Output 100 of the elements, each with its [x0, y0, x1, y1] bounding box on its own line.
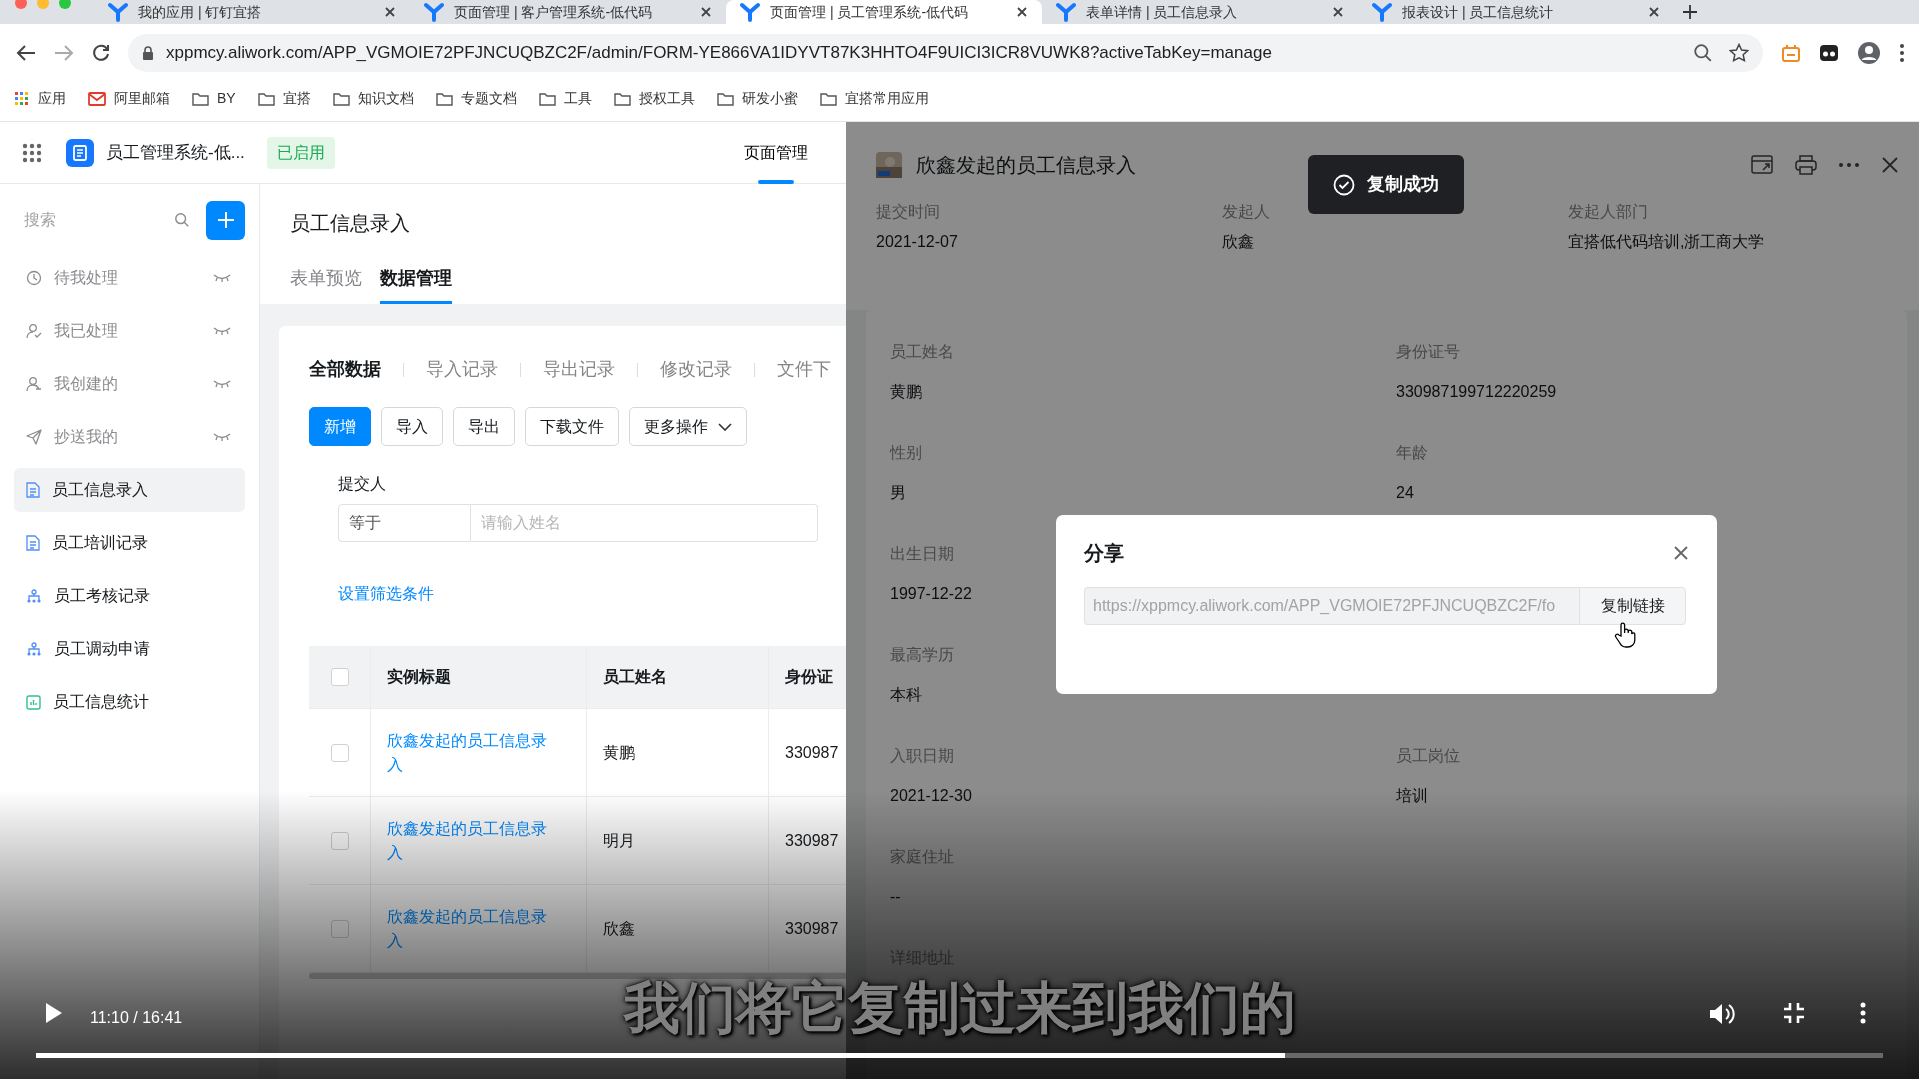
- data-tab[interactable]: 导入记录: [426, 356, 498, 383]
- data-tab[interactable]: 文件下: [777, 356, 831, 383]
- back-icon[interactable]: [16, 44, 36, 62]
- extension-icon[interactable]: [1819, 44, 1839, 62]
- sidebar-item[interactable]: 抄送我的: [14, 415, 245, 459]
- star-icon[interactable]: [1729, 43, 1749, 63]
- app-logo-icon: [1056, 2, 1076, 22]
- address-bar[interactable]: xppmcy.aliwork.com/APP_VGMOIE72PFJNCUQBZC2F/admin/FORM-YE866VA1IDYVT87K3HHTO4F9UICI3ICR8VUWK8?activeTabKey=manage: [128, 34, 1763, 72]
- search-icon[interactable]: [174, 212, 190, 228]
- sidebar-item[interactable]: 待我处理: [14, 256, 245, 300]
- more-icon[interactable]: [1839, 163, 1859, 167]
- meta-value: 宜搭低代码培训,浙工商大学: [1568, 232, 1766, 252]
- field-value: 培训: [1396, 786, 1428, 806]
- close-icon[interactable]: [1673, 545, 1689, 561]
- checkbox[interactable]: [330, 831, 349, 850]
- folder-icon: [538, 91, 556, 106]
- play-button[interactable]: [45, 1002, 63, 1024]
- nav-tab[interactable]: 页面管理: [736, 122, 816, 184]
- app-logo-icon: [66, 138, 94, 167]
- more-button[interactable]: [1860, 1002, 1866, 1024]
- bookmark[interactable]: 宜搭常用应用: [819, 88, 929, 109]
- volume-button[interactable]: [1709, 1002, 1735, 1026]
- copy-link-button[interactable]: 复制链接: [1579, 587, 1686, 625]
- checkbox[interactable]: [330, 743, 349, 762]
- new-tab-icon[interactable]: [1682, 4, 1698, 20]
- bookmark[interactable]: 应用: [14, 88, 66, 109]
- app-grid-icon[interactable]: [22, 142, 42, 163]
- browser-tab[interactable]: 页面管理 | 员工管理系统-低代码: [726, 0, 1042, 24]
- close-icon[interactable]: [1648, 6, 1660, 18]
- close-icon[interactable]: [1016, 6, 1028, 18]
- operator-select[interactable]: 等于: [338, 504, 471, 542]
- field-value: 黄鹏: [890, 382, 922, 402]
- folder-icon: [819, 91, 837, 106]
- checkbox[interactable]: [330, 668, 349, 686]
- progress-track[interactable]: [36, 1053, 1883, 1058]
- browser-tab[interactable]: 页面管理 | 客户管理系统-低代码: [410, 0, 726, 24]
- checkbox[interactable]: [330, 919, 349, 938]
- dropdown-button[interactable]: 更多操作: [629, 407, 747, 446]
- reload-icon[interactable]: [92, 44, 110, 62]
- status-tag: 已启用: [266, 136, 335, 169]
- sidebar-item[interactable]: 员工考核记录: [14, 574, 245, 618]
- bookmark[interactable]: 宜搭: [257, 88, 311, 109]
- sidebar-item[interactable]: 员工信息统计: [14, 680, 245, 724]
- zoom-icon[interactable]: [1693, 43, 1713, 63]
- browser-tab[interactable]: 报表设计 | 员工信息统计: [1358, 0, 1674, 24]
- folder-icon: [332, 91, 350, 106]
- close-icon[interactable]: [1332, 6, 1344, 18]
- data-tab[interactable]: 导出记录: [543, 356, 615, 383]
- exit-fullscreen-icon: [1783, 1002, 1805, 1024]
- eye-closed-icon[interactable]: [213, 380, 231, 388]
- filter-settings-link[interactable]: 设置筛选条件: [338, 582, 434, 606]
- close-icon[interactable]: [700, 6, 712, 18]
- sidebar-item[interactable]: 员工培训记录: [14, 521, 245, 565]
- bookmark[interactable]: 知识文档: [332, 88, 414, 109]
- record-link[interactable]: 欣鑫发起的员工信息录入: [387, 728, 554, 777]
- action-button[interactable]: 导入: [381, 407, 443, 446]
- browser-tab[interactable]: 表单详情 | 员工信息录入: [1042, 0, 1358, 24]
- bookmark[interactable]: 工具: [538, 88, 592, 109]
- bookmark[interactable]: BY: [192, 88, 236, 109]
- page-tab[interactable]: 表单预览: [290, 256, 362, 304]
- org-chart-icon: [26, 642, 42, 656]
- app-logo-icon: [1372, 2, 1392, 22]
- action-button[interactable]: 下载文件: [525, 407, 619, 446]
- eye-closed-icon[interactable]: [213, 274, 231, 282]
- bookmark[interactable]: 专题文档: [435, 88, 517, 109]
- sidebar-item[interactable]: 员工信息录入: [14, 468, 245, 512]
- sidebar-item[interactable]: 我已处理: [14, 309, 245, 353]
- close-icon[interactable]: [1881, 156, 1899, 174]
- field-label: 最高学历: [890, 645, 954, 665]
- field-value: --: [890, 887, 901, 907]
- field-label: 性别: [890, 443, 922, 463]
- exit-fullscreen-button[interactable]: [1783, 1002, 1805, 1024]
- meta-label: 提交时间: [876, 202, 941, 222]
- bookmark[interactable]: 阿里邮箱: [88, 88, 170, 109]
- menu-icon[interactable]: [1899, 43, 1905, 63]
- lock-icon: [142, 45, 154, 61]
- eye-closed-icon[interactable]: [213, 327, 231, 335]
- profile-icon[interactable]: [1857, 41, 1881, 65]
- org-chart-icon: [26, 589, 42, 603]
- data-tab[interactable]: 全部数据: [309, 356, 381, 383]
- app-logo-icon: [424, 2, 444, 22]
- eye-closed-icon[interactable]: [213, 433, 231, 441]
- bookmark[interactable]: 授权工具: [613, 88, 695, 109]
- close-icon[interactable]: [384, 6, 396, 18]
- folder-icon: [435, 91, 453, 106]
- name-input-field[interactable]: 请输入姓名: [471, 504, 818, 542]
- bookmark[interactable]: 研发小蜜: [716, 88, 798, 109]
- field-value: 2021-12-30: [890, 786, 972, 806]
- field-value: 330987199712220259: [1396, 382, 1557, 402]
- table-cell: 欣鑫: [587, 885, 769, 972]
- browser-tab[interactable]: 我的应用 | 钉钉宜搭: [94, 0, 410, 24]
- action-button[interactable]: 导出: [453, 407, 515, 446]
- column-header: 员工姓名: [587, 646, 769, 708]
- data-tab[interactable]: 修改记录: [660, 356, 732, 383]
- page-tab[interactable]: 数据管理: [380, 256, 452, 304]
- open-window-icon[interactable]: [1751, 155, 1773, 175]
- sidebar-item[interactable]: 我创建的: [14, 362, 245, 406]
- printer-icon[interactable]: [1795, 155, 1817, 175]
- sidebar-item[interactable]: 员工调动申请: [14, 627, 245, 671]
- add-button[interactable]: [206, 200, 245, 240]
